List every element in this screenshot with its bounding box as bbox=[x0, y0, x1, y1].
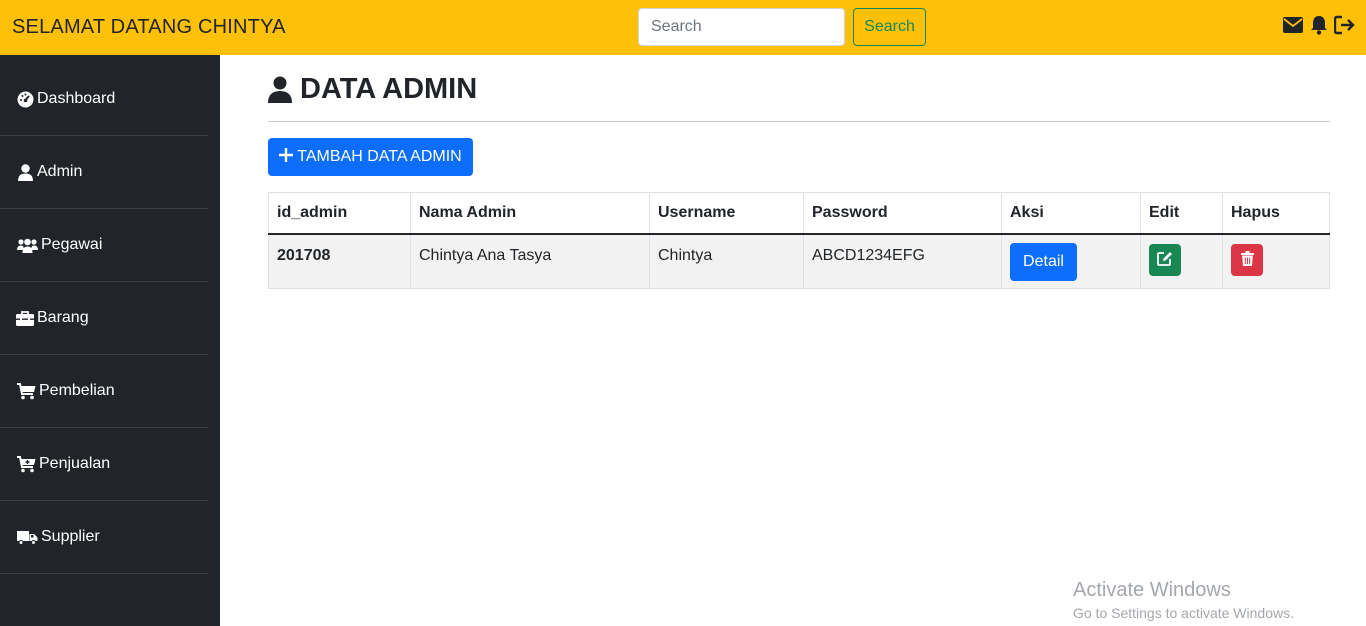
activate-windows-watermark: Activate Windows Go to Settings to activ… bbox=[1073, 579, 1294, 621]
sidebar-item-penjualan[interactable]: Penjualan bbox=[0, 428, 208, 501]
table-header-row: id_admin Nama Admin Username Password Ak… bbox=[268, 192, 1330, 235]
toolbox-icon bbox=[16, 309, 34, 327]
column-header: Hapus bbox=[1222, 192, 1330, 235]
brand-title[interactable]: SELAMAT DATANG CHINTYA bbox=[12, 16, 286, 39]
bell-icon[interactable] bbox=[1308, 14, 1330, 36]
sidebar-item-label: Admin bbox=[37, 163, 83, 180]
search-button[interactable]: Search bbox=[853, 8, 926, 46]
cart-icon bbox=[16, 382, 36, 400]
admin-table: id_admin Nama Admin Username Password Ak… bbox=[268, 192, 1330, 289]
logout-icon[interactable] bbox=[1334, 14, 1356, 36]
watermark-title: Activate Windows bbox=[1073, 579, 1231, 601]
envelope-icon[interactable] bbox=[1282, 14, 1304, 36]
cell-hapus bbox=[1222, 233, 1330, 289]
sidebar-item-barang[interactable]: Barang bbox=[0, 282, 208, 355]
column-header: id_admin bbox=[268, 192, 411, 235]
column-header: Username bbox=[649, 192, 804, 235]
header-icons bbox=[1282, 14, 1356, 36]
cell-password: ABCD1234EFG bbox=[803, 233, 1002, 289]
edit-icon bbox=[1157, 251, 1173, 269]
sidebar-item-pembelian[interactable]: Pembelian bbox=[0, 355, 208, 428]
watermark-subtitle: Go to Settings to activate Windows. bbox=[1073, 605, 1294, 621]
search-input[interactable] bbox=[638, 8, 845, 46]
user-icon bbox=[268, 76, 294, 104]
dashboard-icon bbox=[16, 90, 34, 108]
cart-plus-icon bbox=[16, 455, 36, 473]
sidebar-item-label: Penjualan bbox=[39, 455, 111, 472]
column-header: Edit bbox=[1140, 192, 1223, 235]
user-icon bbox=[16, 163, 34, 181]
cell-nama-admin: Chintya Ana Tasya bbox=[410, 233, 650, 289]
truck-icon bbox=[16, 528, 38, 546]
sidebar-item-label: Barang bbox=[37, 309, 89, 326]
page-title: DATA ADMIN bbox=[268, 73, 477, 106]
table-row: 201708 Chintya Ana Tasya Chintya ABCD123… bbox=[268, 233, 1330, 289]
cell-edit bbox=[1140, 233, 1223, 289]
sidebar-item-label: Pembelian bbox=[39, 382, 115, 399]
users-icon bbox=[16, 236, 38, 254]
cell-aksi: Detail bbox=[1001, 233, 1141, 289]
add-admin-label: TAMBAH DATA ADMIN bbox=[297, 148, 462, 165]
delete-button[interactable] bbox=[1231, 243, 1263, 276]
add-admin-button[interactable]: TAMBAH DATA ADMIN bbox=[268, 138, 473, 176]
sidebar-item-label: Supplier bbox=[41, 528, 100, 545]
cell-id-admin: 201708 bbox=[268, 233, 411, 289]
page-title-text: DATA ADMIN bbox=[300, 73, 478, 105]
sidebar-item-dashboard[interactable]: Dashboard bbox=[0, 63, 208, 136]
sidebar: Dashboard Admin Pegawai Barang Pembelian… bbox=[0, 55, 220, 626]
detail-button[interactable]: Detail bbox=[1010, 242, 1077, 281]
column-header: Aksi bbox=[1001, 192, 1141, 235]
column-header: Nama Admin bbox=[410, 192, 650, 235]
sidebar-item-label: Dashboard bbox=[37, 90, 116, 107]
sidebar-item-supplier[interactable]: Supplier bbox=[0, 501, 208, 574]
trash-icon bbox=[1240, 250, 1254, 269]
sidebar-item-admin[interactable]: Admin bbox=[0, 136, 208, 209]
plus-icon bbox=[279, 147, 294, 167]
edit-button[interactable] bbox=[1149, 243, 1181, 276]
sidebar-item-label: Pegawai bbox=[41, 236, 103, 253]
cell-username: Chintya bbox=[649, 233, 804, 289]
divider bbox=[268, 121, 1330, 122]
sidebar-item-pegawai[interactable]: Pegawai bbox=[0, 209, 208, 282]
column-header: Password bbox=[803, 192, 1002, 235]
top-navbar: SELAMAT DATANG CHINTYA Search bbox=[0, 0, 1366, 55]
